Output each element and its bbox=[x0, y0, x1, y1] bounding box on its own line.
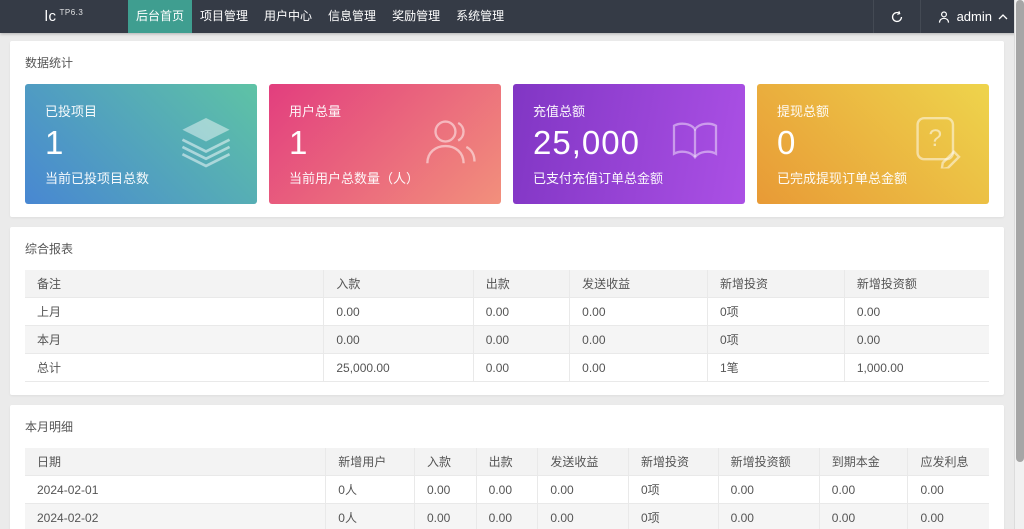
col-header: 新增用户 bbox=[326, 448, 415, 476]
table-row: 总计 25,000.00 0.00 0.00 1笔 1,000.00 bbox=[25, 354, 989, 382]
col-header: 应发利息 bbox=[908, 448, 989, 476]
cell: 0.00 bbox=[473, 298, 569, 326]
cell: 25,000.00 bbox=[324, 354, 473, 382]
table-header-row: 日期 新增用户 入款 出款 发送收益 新增投资 新增投资额 到期本金 应发利息 bbox=[25, 448, 989, 476]
detail-table: 日期 新增用户 入款 出款 发送收益 新增投资 新增投资额 到期本金 应发利息 … bbox=[25, 448, 989, 529]
cell: 0.00 bbox=[844, 326, 989, 354]
book-icon bbox=[667, 117, 723, 172]
detail-panel-title: 本月明细 bbox=[25, 418, 989, 435]
top-navbar: lc TP6.3 后台首页 项目管理 用户中心 信息管理 奖励管理 系统管理 bbox=[0, 0, 1024, 33]
cell: 上月 bbox=[25, 298, 324, 326]
main-menu: 后台首页 项目管理 用户中心 信息管理 奖励管理 系统管理 bbox=[128, 0, 512, 33]
cell: 0.00 bbox=[570, 298, 708, 326]
col-header: 入款 bbox=[414, 448, 476, 476]
col-header: 发送收益 bbox=[538, 448, 629, 476]
logo-version: TP6.3 bbox=[60, 8, 84, 17]
scrollbar-thumb[interactable] bbox=[1016, 0, 1024, 462]
cell: 0项 bbox=[707, 326, 844, 354]
stats-panel: 数据统计 已投项目 1 当前已投项目总数 用户总量 1 当前用户 bbox=[10, 41, 1004, 217]
cell: 0人 bbox=[326, 504, 415, 529]
user-icon bbox=[937, 10, 951, 24]
cell: 0.00 bbox=[476, 476, 538, 504]
col-header: 出款 bbox=[476, 448, 538, 476]
cell: 本月 bbox=[25, 326, 324, 354]
app-logo[interactable]: lc TP6.3 bbox=[0, 0, 128, 33]
table-row: 上月 0.00 0.00 0.00 0项 0.00 bbox=[25, 298, 989, 326]
col-header: 新增投资额 bbox=[718, 448, 819, 476]
cell: 0.00 bbox=[718, 476, 819, 504]
page-content: 数据统计 已投项目 1 当前已投项目总数 用户总量 1 当前用户 bbox=[10, 41, 1004, 529]
cell: 0.00 bbox=[538, 476, 629, 504]
nav-item-dashboard[interactable]: 后台首页 bbox=[128, 0, 192, 33]
navbar-right: admin bbox=[873, 0, 1024, 33]
cell: 0.00 bbox=[324, 326, 473, 354]
col-header: 到期本金 bbox=[819, 448, 908, 476]
summary-panel-title: 综合报表 bbox=[25, 240, 989, 257]
cell: 0.00 bbox=[324, 298, 473, 326]
layers-icon bbox=[177, 115, 235, 174]
cell: 总计 bbox=[25, 354, 324, 382]
nav-item-rewards[interactable]: 奖励管理 bbox=[384, 0, 448, 33]
cell: 0项 bbox=[707, 298, 844, 326]
stat-cards: 已投项目 1 当前已投项目总数 用户总量 1 当前用户总数量（人） bbox=[25, 84, 989, 204]
edit-note-icon: ? bbox=[911, 115, 967, 174]
cell: 0.00 bbox=[819, 476, 908, 504]
cell: 0.00 bbox=[570, 326, 708, 354]
stat-card-projects: 已投项目 1 当前已投项目总数 bbox=[25, 84, 257, 204]
cell: 0.00 bbox=[473, 354, 569, 382]
cell: 0.00 bbox=[718, 504, 819, 529]
cell: 0.00 bbox=[908, 504, 989, 529]
cell: 0.00 bbox=[570, 354, 708, 382]
col-header: 日期 bbox=[25, 448, 326, 476]
cell: 1笔 bbox=[707, 354, 844, 382]
cell: 0.00 bbox=[414, 504, 476, 529]
nav-item-system[interactable]: 系统管理 bbox=[448, 0, 512, 33]
users-icon bbox=[421, 115, 479, 174]
cell: 0人 bbox=[326, 476, 415, 504]
cell: 0.00 bbox=[476, 504, 538, 529]
table-row: 本月 0.00 0.00 0.00 0项 0.00 bbox=[25, 326, 989, 354]
table-row: 2024-02-01 0人 0.00 0.00 0.00 0项 0.00 0.0… bbox=[25, 476, 989, 504]
col-header: 新增投资 bbox=[707, 270, 844, 298]
nav-item-projects[interactable]: 项目管理 bbox=[192, 0, 256, 33]
col-header: 新增投资额 bbox=[844, 270, 989, 298]
vertical-scrollbar[interactable] bbox=[1014, 0, 1024, 529]
stat-card-users: 用户总量 1 当前用户总数量（人） bbox=[269, 84, 501, 204]
nav-item-info[interactable]: 信息管理 bbox=[320, 0, 384, 33]
refresh-button[interactable] bbox=[873, 0, 920, 33]
refresh-icon bbox=[890, 10, 904, 24]
stats-panel-title: 数据统计 bbox=[25, 54, 989, 71]
cell: 0.00 bbox=[473, 326, 569, 354]
col-header: 发送收益 bbox=[570, 270, 708, 298]
col-header: 新增投资 bbox=[628, 448, 718, 476]
cell: 0项 bbox=[628, 504, 718, 529]
table-row: 2024-02-02 0人 0.00 0.00 0.00 0项 0.00 0.0… bbox=[25, 504, 989, 529]
col-header: 备注 bbox=[25, 270, 324, 298]
summary-table: 备注 入款 出款 发送收益 新增投资 新增投资额 上月 0.00 0.00 0.… bbox=[25, 270, 989, 382]
cell: 0.00 bbox=[844, 298, 989, 326]
svg-text:?: ? bbox=[929, 125, 942, 152]
cell: 0.00 bbox=[538, 504, 629, 529]
username-label: admin bbox=[957, 9, 992, 24]
summary-panel: 综合报表 备注 入款 出款 发送收益 新增投资 新增投资额 上月 0.00 0.… bbox=[10, 227, 1004, 395]
chevron-up-icon bbox=[998, 14, 1008, 20]
cell: 2024-02-02 bbox=[25, 504, 326, 529]
user-menu-button[interactable]: admin bbox=[920, 0, 1024, 33]
cell: 0.00 bbox=[908, 476, 989, 504]
col-header: 入款 bbox=[324, 270, 473, 298]
cell: 0.00 bbox=[819, 504, 908, 529]
stat-card-withdraw: 提现总额 0 已完成提现订单总金额 ? bbox=[757, 84, 989, 204]
cell: 0项 bbox=[628, 476, 718, 504]
nav-item-users[interactable]: 用户中心 bbox=[256, 0, 320, 33]
table-header-row: 备注 入款 出款 发送收益 新增投资 新增投资额 bbox=[25, 270, 989, 298]
logo-text: lc bbox=[45, 8, 57, 25]
cell: 1,000.00 bbox=[844, 354, 989, 382]
cell: 2024-02-01 bbox=[25, 476, 326, 504]
cell: 0.00 bbox=[414, 476, 476, 504]
detail-panel: 本月明细 日期 新增用户 入款 出款 发送收益 新增投资 新增投资额 到期本金 … bbox=[10, 405, 1004, 529]
col-header: 出款 bbox=[473, 270, 569, 298]
stat-card-recharge: 充值总额 25,000 已支付充值订单总金额 bbox=[513, 84, 745, 204]
